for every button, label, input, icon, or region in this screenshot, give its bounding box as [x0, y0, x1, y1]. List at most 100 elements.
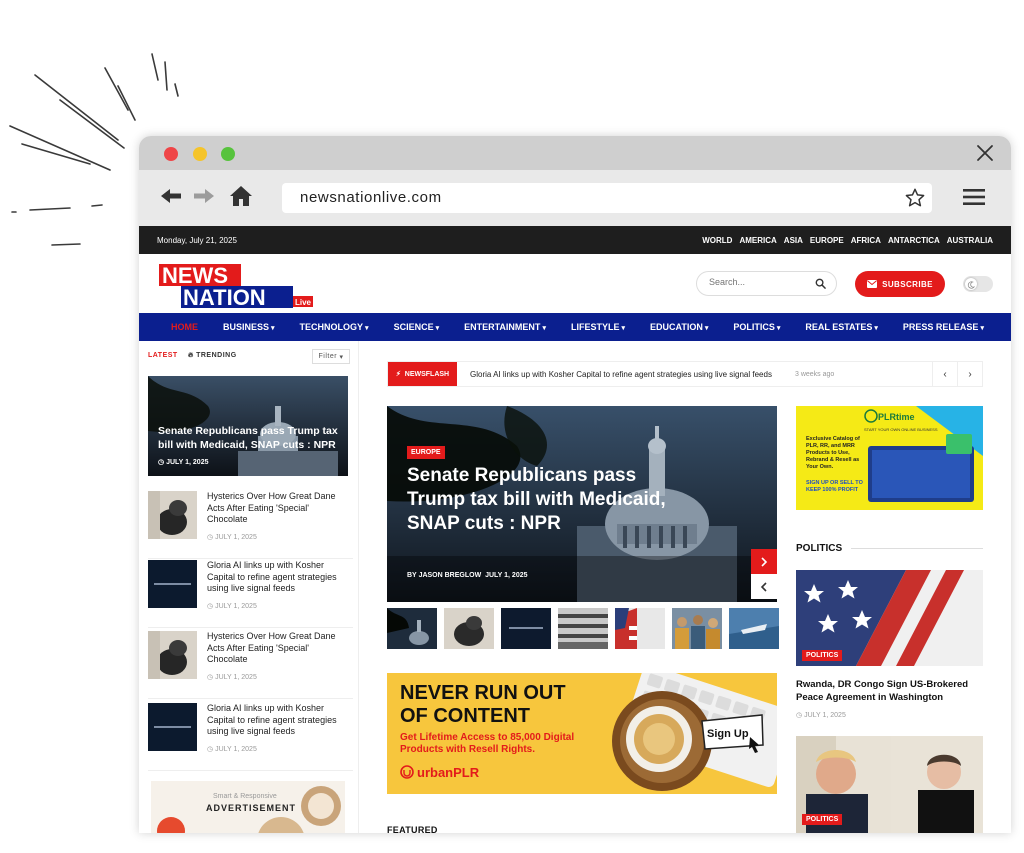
main-navigation: HOME BUSINESS ▾ TECHNOLOGY ▾ SCIENCE ▾ ENTERTAI… — [139, 313, 1011, 341]
region-links: WORLD AMERICA ASIA EUROPE AFRICA ANTARCTICA AU… — [702, 236, 993, 245]
filter-dropdown[interactable]: Filter ▾ — [312, 349, 350, 364]
hero-prev-button[interactable] — [751, 574, 777, 599]
newsflash-next-button[interactable]: › — [957, 362, 982, 386]
nav-technology[interactable]: TECHNOLOGY ▾ — [300, 322, 369, 332]
search-input[interactable] — [709, 277, 809, 287]
left-sidebar: LATEST 🔥︎ TRENDING Filter ▾ Senate Repub… — [139, 341, 359, 833]
bolt-icon: ⚡︎ — [395, 371, 401, 378]
list-item-thumbnail[interactable] — [148, 560, 197, 608]
list-item-title[interactable]: Gloria AI links up with Kosher Capital t… — [207, 703, 347, 738]
region-link-world[interactable]: WORLD — [702, 236, 732, 245]
list-item-date: ◷ JULY 1, 2025 — [207, 746, 257, 753]
address-bar[interactable]: newsnationlive.com — [282, 183, 932, 213]
top-bar: Monday, July 21, 2025 WORLD AMERICA ASIA EU… — [139, 226, 1011, 254]
politics-article-image-1[interactable]: POLITICS — [796, 570, 983, 666]
list-item-title[interactable]: Gloria AI links up with Kosher Capital t… — [207, 560, 347, 595]
thumb-dog[interactable] — [444, 608, 494, 649]
region-link-australia[interactable]: AUSTRALIA — [947, 236, 993, 245]
search-icon[interactable] — [815, 278, 826, 289]
politics-section-title[interactable]: POLITICS — [796, 543, 842, 554]
thumb-building[interactable] — [558, 608, 608, 649]
thumb-capitol[interactable] — [387, 608, 437, 649]
region-link-america[interactable]: AMERICA — [739, 236, 776, 245]
home-icon[interactable] — [229, 184, 253, 208]
region-link-antarctica[interactable]: ANTARCTICA — [888, 236, 940, 245]
content-ad-banner[interactable]: NEVER RUN OUT OF CONTENT Get Lifetime Ac… — [387, 673, 777, 794]
newsflash-prev-button[interactable]: ‹ — [932, 362, 957, 386]
chevron-down-icon: ▾ — [776, 325, 781, 332]
thumb-building-image — [558, 608, 608, 649]
nav-education[interactable]: EDUCATION ▾ — [650, 322, 708, 332]
close-icon[interactable] — [975, 143, 995, 163]
sidebar-advertisement[interactable]: Smart & Responsive ADVERTISEMENT — [151, 781, 345, 833]
list-item-title[interactable]: Hysterics Over How Great Dane Acts After… — [207, 631, 347, 666]
moon-icon — [967, 281, 976, 289]
nav-business[interactable]: BUSINESS ▾ — [223, 322, 275, 332]
chevron-down-icon: ▾ — [980, 325, 984, 332]
hero-author[interactable]: JASON BREGLOW — [419, 572, 482, 579]
byline-prefix: BY — [407, 572, 417, 579]
window-maximize-dot[interactable] — [221, 147, 235, 161]
ad-right-cta[interactable]: SIGN UP OR SELL TO KEEP 100% PROFIT — [806, 480, 866, 494]
politics-category-badge-1[interactable]: POLITICS — [802, 650, 843, 661]
list-item-thumbnail[interactable] — [148, 491, 197, 539]
list-item-date-text: JULY 1, 2025 — [215, 674, 257, 681]
list-item[interactable]: Hysterics Over How Great Dane Acts After… — [148, 631, 353, 699]
nav-science[interactable]: SCIENCE ▾ — [394, 322, 440, 332]
site-logo[interactable]: NEWS NATION Live — [159, 260, 319, 310]
hamburger-menu-icon[interactable] — [962, 187, 986, 207]
dog-thumb-image — [148, 631, 197, 679]
thumb-dog-image — [444, 608, 494, 649]
nav-home[interactable]: HOME — [171, 322, 198, 332]
logo-badge: Live — [295, 298, 312, 307]
list-item-date: ◷ JULY 1, 2025 — [207, 674, 257, 681]
ad-right-brand: PLRtime — [878, 412, 915, 422]
nav-politics[interactable]: POLITICS ▾ — [733, 322, 780, 332]
sidebar-hero-article[interactable]: Senate Republicans pass Trump tax bill w… — [148, 376, 348, 476]
nav-press-release[interactable]: PRESS RELEASE ▾ — [903, 322, 984, 332]
tab-trending[interactable]: 🔥︎ TRENDING — [188, 352, 237, 360]
list-item-thumbnail[interactable] — [148, 631, 197, 679]
list-item[interactable]: Gloria AI links up with Kosher Capital t… — [148, 560, 353, 628]
region-link-africa[interactable]: AFRICA — [851, 236, 881, 245]
hero-category-badge[interactable]: EUROPE — [407, 446, 445, 459]
list-item-thumbnail[interactable] — [148, 703, 197, 751]
nav-entertainment[interactable]: ENTERTAINMENT ▾ — [464, 322, 546, 332]
newsflash-headline[interactable]: Gloria AI links up with Kosher Capital t… — [470, 370, 772, 379]
hero-slider[interactable]: EUROPE Senate Republicans pass Trump tax… — [387, 406, 777, 602]
sidebar-hero-title[interactable]: Senate Republicans pass Trump tax bill w… — [158, 424, 338, 452]
dark-mode-toggle[interactable] — [963, 276, 993, 292]
right-advertisement[interactable]: PLRtime START YOUR OWN ONLINE BUSINESS E… — [796, 406, 983, 510]
region-link-asia[interactable]: ASIA — [784, 236, 803, 245]
list-item[interactable]: Hysterics Over How Great Dane Acts After… — [148, 491, 353, 559]
nav-real-estates[interactable]: REAL ESTATES ▾ — [805, 322, 878, 332]
thumb-dark[interactable] — [501, 608, 551, 649]
url-text[interactable]: newsnationlive.com — [300, 189, 442, 206]
politics-article-image-2[interactable]: POLITICS — [796, 736, 983, 833]
list-item[interactable]: Gloria AI links up with Kosher Capital t… — [148, 703, 353, 771]
thumb-crowd[interactable] — [672, 608, 722, 649]
nav-lifestyle[interactable]: LIFESTYLE ▾ — [571, 322, 625, 332]
window-minimize-dot[interactable] — [193, 147, 207, 161]
logo-line2: NATION — [183, 285, 266, 310]
politics-category-badge-2[interactable]: POLITICS — [802, 814, 843, 825]
back-arrow-icon[interactable] — [159, 186, 183, 206]
section-divider — [851, 548, 983, 549]
hero-title[interactable]: Senate Republicans pass Trump tax bill w… — [407, 464, 677, 536]
tab-latest[interactable]: LATEST — [148, 352, 178, 359]
region-link-europe[interactable]: EUROPE — [810, 236, 844, 245]
ad-left-big-text: ADVERTISEMENT — [206, 803, 297, 813]
search-box[interactable] — [696, 271, 837, 296]
dog-thumb-image — [148, 491, 197, 539]
list-item-title[interactable]: Hysterics Over How Great Dane Acts After… — [207, 491, 347, 526]
thumb-flag[interactable] — [615, 608, 665, 649]
window-close-dot[interactable] — [164, 147, 178, 161]
bookmark-star-icon[interactable] — [904, 187, 926, 209]
list-item-date-text: JULY 1, 2025 — [215, 534, 257, 541]
ad-signup-text[interactable]: Sign Up — [707, 728, 749, 740]
politics-article-title-1[interactable]: Rwanda, DR Congo Sign US-Brokered Peace … — [796, 678, 983, 704]
forward-arrow-icon[interactable] — [192, 186, 216, 206]
thumb-boat[interactable] — [729, 608, 779, 649]
hero-next-button[interactable] — [751, 549, 777, 574]
subscribe-button[interactable]: SUBSCRIBE — [855, 271, 945, 297]
